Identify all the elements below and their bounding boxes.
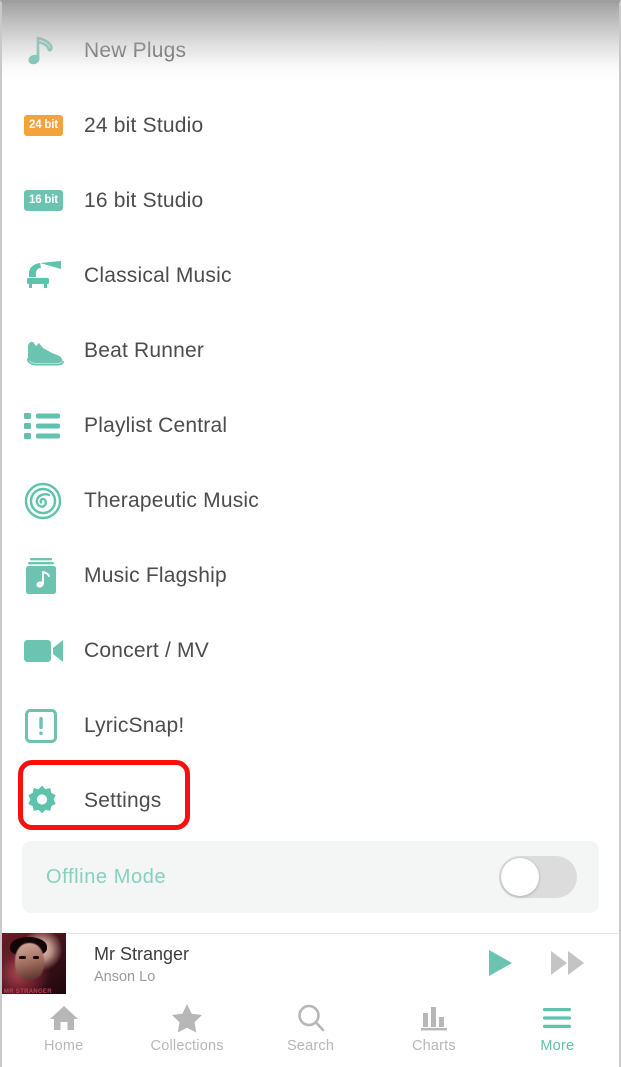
tab-label: Charts [411, 1038, 456, 1054]
menu-item-label: Beat Runner [84, 338, 205, 362]
menu-item-label: New Plugs [84, 38, 187, 62]
menu-item-label: 24 bit Studio [84, 113, 204, 137]
album-art-eye-left [19, 956, 26, 959]
search-icon [296, 1004, 326, 1032]
menu-item-music-flagship[interactable]: Music Flagship [2, 538, 619, 613]
tab-search[interactable]: Search [249, 1004, 372, 1054]
menu-item-settings[interactable]: Settings [2, 763, 619, 838]
tab-label: Collections [150, 1038, 224, 1054]
menu-list: New Plugs 24 bit 24 bit Studio 16 bit 16… [2, 3, 619, 838]
badge-24bit-text: 24 bit [24, 114, 63, 137]
offline-mode-label: Offline Mode [46, 865, 167, 888]
menu-item-label: Playlist Central [84, 413, 228, 437]
next-button[interactable] [549, 948, 587, 983]
offline-mode-row[interactable]: Offline Mode [22, 841, 599, 913]
tab-label: Home [43, 1038, 84, 1054]
menu-item-therapeutic-music[interactable]: Therapeutic Music [2, 463, 619, 538]
tab-collections[interactable]: Collections [125, 1004, 248, 1054]
music-note-icon [24, 27, 72, 75]
now-playing-controls [485, 947, 619, 984]
offline-mode-toggle[interactable] [499, 856, 577, 898]
badge-24bit-icon: 24 bit [24, 102, 72, 150]
now-playing-text: Mr Stranger Anson Lo [66, 943, 485, 986]
tab-label: More [540, 1038, 575, 1054]
menu-item-label: Therapeutic Music [84, 488, 259, 512]
gramophone-icon [24, 252, 72, 300]
bar-chart-icon [420, 1004, 448, 1032]
menu-item-label: Concert / MV [84, 638, 209, 662]
toggle-knob [501, 858, 539, 896]
menu-item-concert-mv[interactable]: Concert / MV [2, 613, 619, 688]
menu-item-playlist-central[interactable]: Playlist Central [2, 388, 619, 463]
album-art-eye-right [32, 956, 40, 959]
menu-item-16-bit-studio[interactable]: 16 bit 16 bit Studio [2, 163, 619, 238]
tab-charts[interactable]: Charts [372, 1004, 495, 1054]
menu-item-classical-music[interactable]: Classical Music [2, 238, 619, 313]
badge-16bit-text: 16 bit [24, 189, 63, 212]
menu-item-beat-runner[interactable]: Beat Runner [2, 313, 619, 388]
album-art-face [14, 943, 45, 981]
menu-item-lyricsnap[interactable]: LyricSnap! [2, 688, 619, 763]
album-art-thumbnail[interactable]: MR STRANGER [2, 933, 66, 997]
menu-item-label: Classical Music [84, 263, 232, 287]
menu-item-label: Settings [84, 788, 162, 812]
menu-item-label: 16 bit Studio [84, 188, 204, 212]
home-icon [49, 1004, 79, 1032]
tab-label: Search [286, 1038, 335, 1054]
badge-16bit-icon: 16 bit [24, 177, 72, 225]
list-icon [24, 402, 72, 450]
app-root: New Plugs 24 bit 24 bit Studio 16 bit 16… [0, 0, 621, 1067]
tab-home[interactable]: Home [2, 1004, 125, 1054]
tab-more[interactable]: More [496, 1004, 619, 1054]
menu-item-24-bit-studio[interactable]: 24 bit 24 bit Studio [2, 88, 619, 163]
menu-item-label: Music Flagship [84, 563, 227, 587]
video-camera-icon [24, 627, 72, 675]
menu-item-label: LyricSnap! [84, 713, 185, 737]
gear-icon [24, 777, 72, 825]
menu-item-new-plugs[interactable]: New Plugs [2, 13, 619, 88]
now-playing-artist: Anson Lo [94, 968, 156, 985]
hamburger-icon [542, 1004, 572, 1032]
sneaker-icon [24, 327, 72, 375]
now-playing-bar[interactable]: MR STRANGER Mr Stranger Anson Lo [2, 933, 619, 997]
play-button[interactable] [485, 947, 515, 984]
star-icon [171, 1004, 203, 1033]
album-stack-icon [24, 552, 72, 600]
bottom-tab-bar: Home Collections Search Charts More [2, 994, 619, 1067]
spiral-icon [24, 477, 72, 525]
exclamation-square-icon [24, 702, 72, 750]
menu-scroll-area[interactable]: New Plugs 24 bit 24 bit Studio 16 bit 16… [2, 3, 619, 933]
now-playing-title: Mr Stranger [94, 944, 190, 965]
